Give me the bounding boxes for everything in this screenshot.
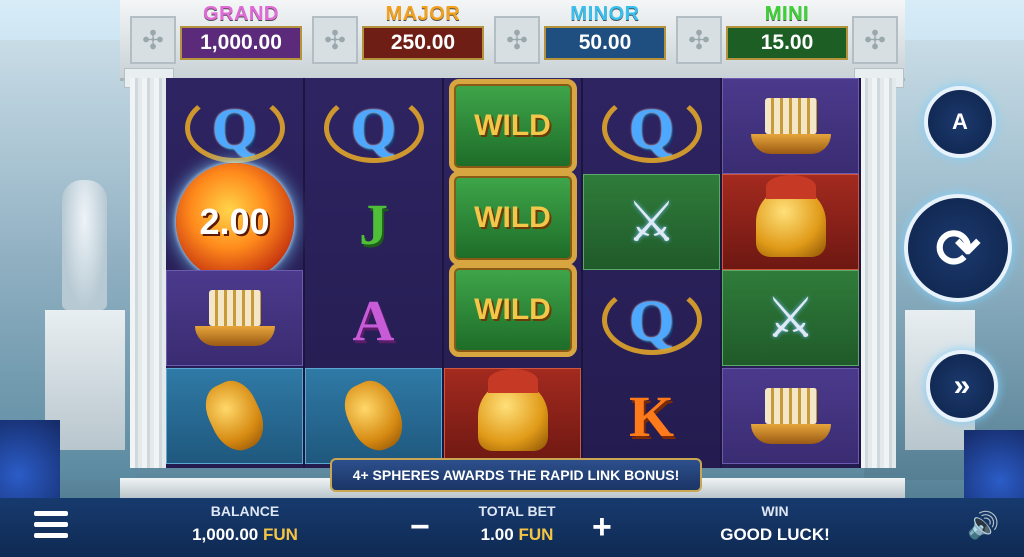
- reel-4: Q ⚔ Q K: [583, 78, 722, 468]
- speaker-icon[interactable]: 🔊: [967, 510, 999, 541]
- win-value: GOOD LUCK!: [720, 525, 830, 544]
- turbo-button[interactable]: »: [926, 350, 998, 422]
- jackpot-label: GRAND: [203, 3, 279, 25]
- decrease-bet-button[interactable]: −: [410, 508, 430, 547]
- jackpot-value: 250.00: [362, 26, 484, 60]
- jackpot-value: 15.00: [726, 26, 848, 60]
- symbol-ship: [166, 270, 303, 366]
- win-label: WIN: [761, 503, 789, 519]
- hamburger-menu-icon[interactable]: [34, 511, 68, 544]
- helmet-icon: [477, 369, 548, 451]
- ornament-icon: [676, 16, 722, 64]
- wreath-icon: [323, 93, 424, 163]
- crossed-swords-icon: ⚔: [765, 286, 816, 349]
- ship-icon: [750, 388, 831, 444]
- total-bet-label: TOTAL BET: [478, 503, 556, 519]
- win-display: WIN GOOD LUCK!: [700, 503, 850, 545]
- symbol-amphora: [166, 368, 303, 464]
- symbol-wild: WILD: [444, 170, 581, 266]
- jackpot-minor: MINOR 50.00: [540, 0, 670, 60]
- jackpot-label: MAJOR: [385, 3, 461, 25]
- sphere-value: 2.00: [199, 201, 270, 242]
- amphora-icon: [336, 373, 411, 459]
- symbol-ship: [722, 368, 859, 464]
- spin-button[interactable]: ⟳: [904, 194, 1012, 302]
- symbol-ship: [722, 78, 859, 174]
- symbol-wild: WILD: [444, 78, 581, 174]
- jackpot-value: 1,000.00: [180, 26, 302, 60]
- symbol-j: J: [359, 191, 388, 257]
- jackpot-mini: MINI 15.00: [722, 0, 852, 60]
- jackpot-label: MINOR: [570, 3, 640, 25]
- total-bet-amount: 1.00: [480, 525, 514, 544]
- spin-arrows-icon: ⟳: [935, 218, 981, 279]
- fireball-sphere-icon: 2.00: [175, 163, 294, 281]
- wreath-icon: [601, 285, 702, 355]
- ornament-icon: [494, 16, 540, 64]
- symbol-helmet: [444, 368, 581, 464]
- pillar-left: [130, 78, 166, 468]
- balance-label: BALANCE: [210, 503, 280, 519]
- amphora-icon: [197, 373, 272, 459]
- ornament-icon: [852, 16, 898, 64]
- wreath-icon: [601, 93, 702, 163]
- reel-grid: Q 2.00 Q J A WILD WILD WILD Q ⚔ Q K ⚔: [166, 78, 861, 468]
- symbol-q: Q: [583, 272, 720, 368]
- autoplay-icon: A: [952, 109, 968, 134]
- symbol-wild: WILD: [444, 262, 581, 358]
- bonus-banner: 4+ SPHERES AWARDS THE RAPID LINK BONUS!: [330, 458, 702, 492]
- jackpot-value: 50.00: [544, 26, 666, 60]
- symbol-a: A: [352, 287, 395, 353]
- increase-bet-button[interactable]: +: [592, 508, 612, 547]
- symbol-q: Q: [166, 80, 303, 176]
- balance-amount: 1,000.00: [192, 525, 259, 544]
- ornament-icon: [130, 16, 176, 64]
- ship-icon: [750, 98, 831, 154]
- helmet-icon: [755, 175, 826, 257]
- symbol-sphere: 2.00: [166, 163, 303, 281]
- pillar-right: [860, 78, 896, 468]
- total-bet-display: TOTAL BET 1.00 FUN: [452, 503, 582, 545]
- symbol-swords: ⚔: [722, 270, 859, 366]
- symbol-helmet: [722, 174, 859, 270]
- reel-1: Q 2.00: [166, 78, 305, 468]
- jackpot-grand: GRAND 1,000.00: [176, 0, 306, 60]
- fast-forward-icon: »: [953, 369, 971, 402]
- symbol-swords: ⚔: [583, 174, 720, 270]
- symbol-k: K: [628, 383, 675, 449]
- jackpot-major: MAJOR 250.00: [358, 0, 488, 60]
- symbol-q: Q: [583, 80, 720, 176]
- symbol-amphora: [305, 368, 442, 464]
- balance-currency: FUN: [262, 525, 298, 544]
- total-bet-currency: FUN: [518, 525, 554, 544]
- balance-display: BALANCE 1,000.00 FUN: [170, 503, 320, 545]
- autoplay-button[interactable]: A: [924, 86, 996, 158]
- jackpot-label: MINI: [764, 3, 810, 25]
- symbol-q: Q: [305, 80, 442, 176]
- ornament-icon: [312, 16, 358, 64]
- statue-decoration: [62, 180, 107, 310]
- reel-3: WILD WILD WILD: [444, 78, 583, 468]
- wreath-icon: [184, 93, 285, 163]
- ship-icon: [194, 290, 275, 346]
- reel-5: ⚔: [722, 78, 861, 468]
- crossed-swords-icon: ⚔: [626, 190, 677, 253]
- reel-2: Q J A: [305, 78, 444, 468]
